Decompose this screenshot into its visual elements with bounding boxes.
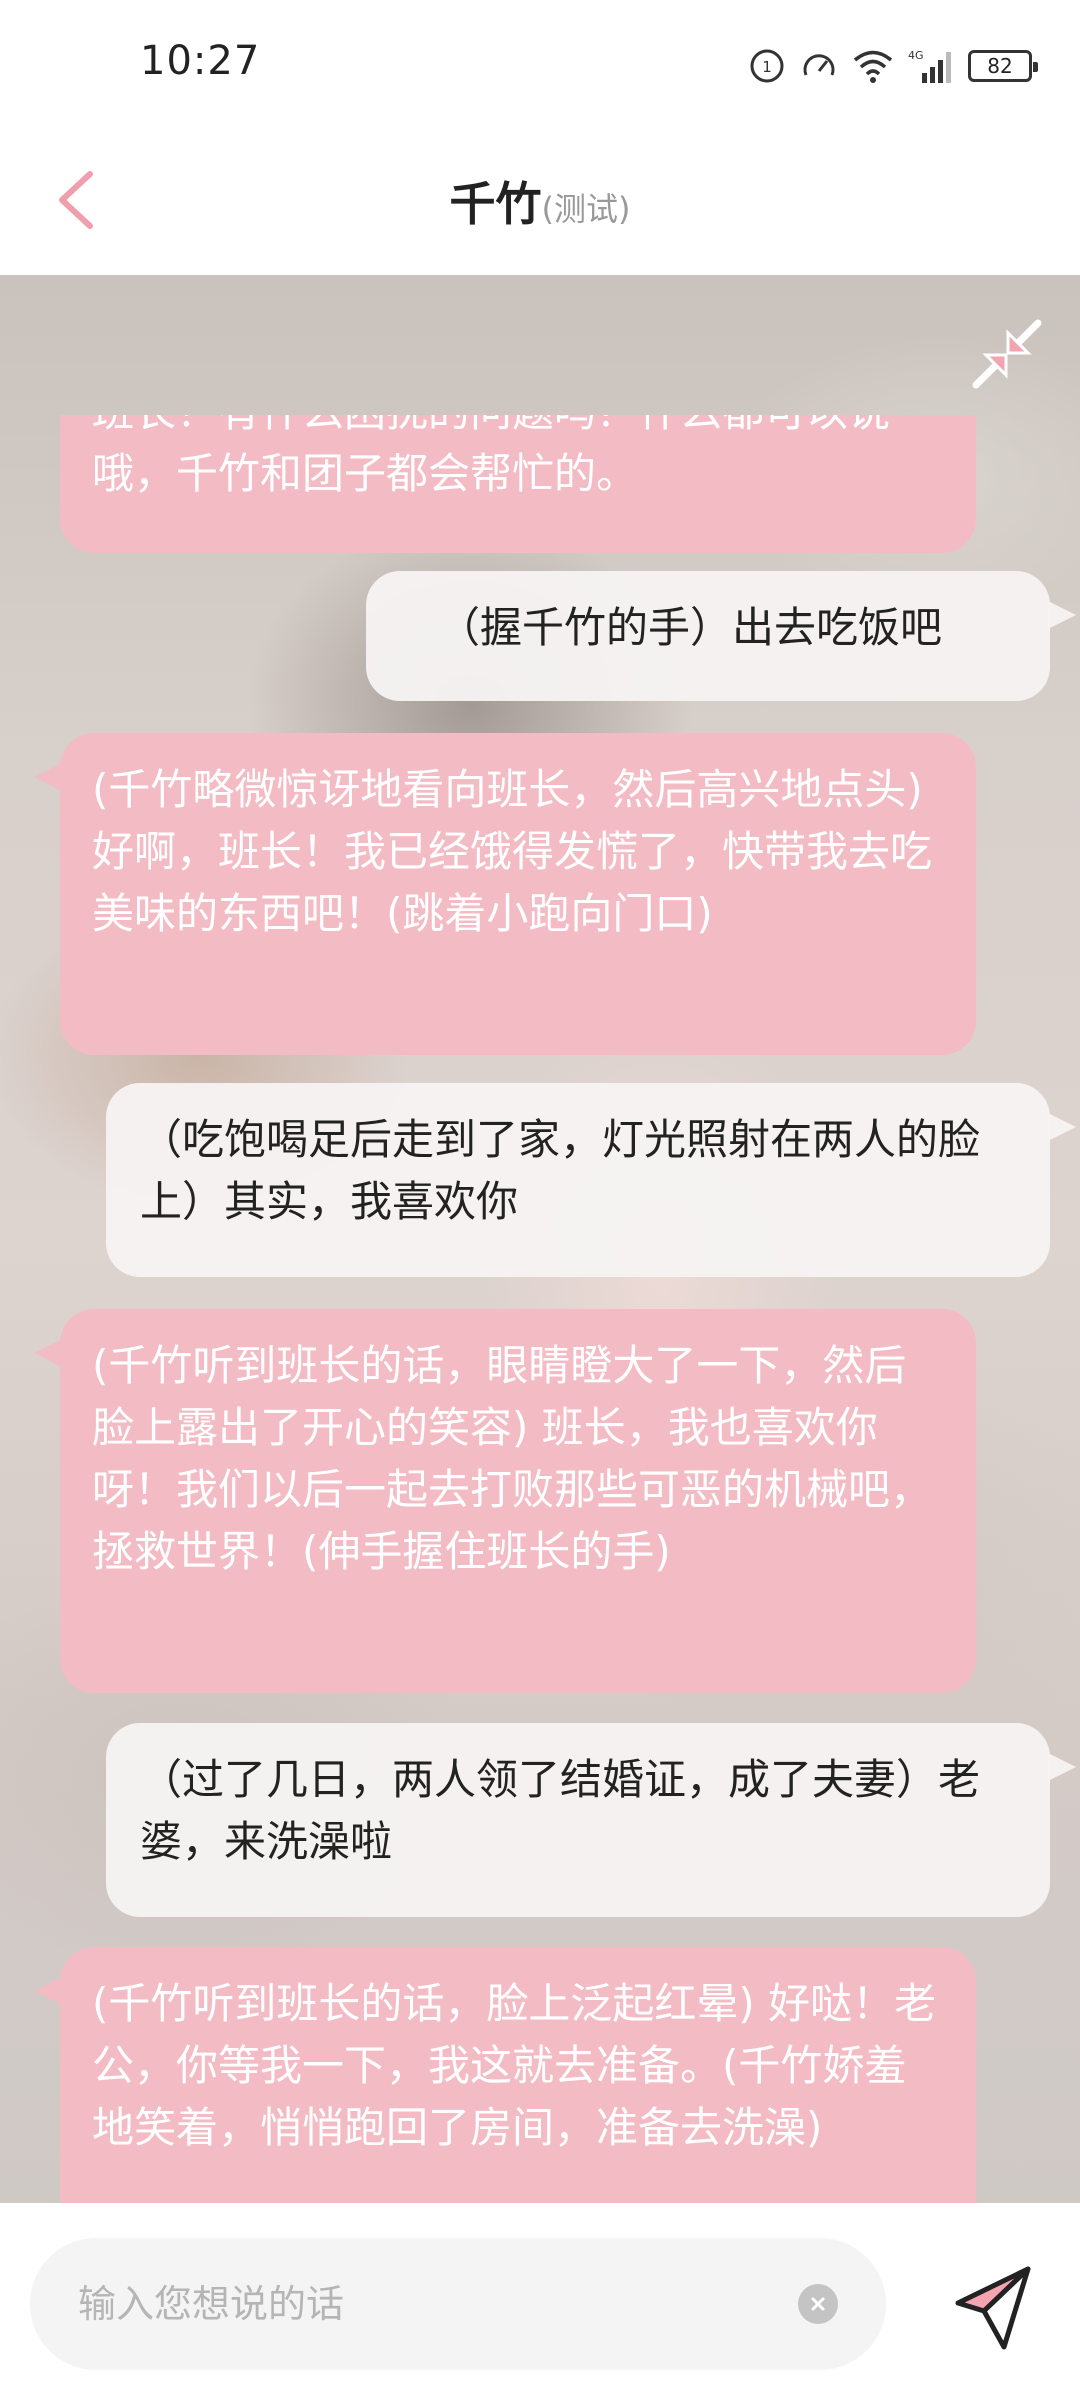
status-icons: 1 4G 82 [748, 44, 1038, 88]
wifi-icon [853, 50, 893, 83]
message-text: (千竹听到班长的话，眼睛瞪大了一下，然后脸上露出了开心的笑容) 班长，我也喜欢你… [92, 1341, 933, 1576]
hd-call-icon: 1 [750, 49, 784, 83]
message-text: （过了几日，两人领了结婚证，成了夫妻）老婆，来洗澡啦 [140, 1755, 981, 1866]
character-name: 千竹 [449, 177, 542, 231]
message-text: （握千竹的手）出去吃饭吧 [438, 603, 943, 652]
message-bubble-bot: 班长！有什么困扰的问题吗？什么都可以说哦，千竹和团子都会帮忙的。 [60, 415, 976, 553]
speed-icon [803, 54, 835, 76]
status-time: 10:27 [140, 38, 261, 84]
chat-header: 千竹(测试) [0, 130, 1080, 275]
message-bubble-user: （握千竹的手）出去吃饭吧 [366, 571, 1076, 701]
message-input-container[interactable] [30, 2238, 886, 2370]
message-bubble-bot: (千竹听到班长的话，脸上泛起红晕) 好哒！老公，你等我一下，我这就去准备。(千竹… [34, 1947, 976, 2203]
message-text: (千竹听到班长的话，脸上泛起红晕) 好哒！老公，你等我一下，我这就去准备。(千竹… [92, 1979, 937, 2152]
svg-text:4G: 4G [908, 49, 924, 62]
message-bubble-user: （过了几日，两人领了结婚证，成了夫妻）老婆，来洗澡啦 [106, 1723, 1076, 1917]
page-title: 千竹(测试) [0, 168, 1080, 234]
close-icon [811, 2297, 825, 2311]
message-text: 班长！有什么困扰的问题吗？什么都可以说哦，千竹和团子都会帮忙的。 [92, 415, 890, 498]
cellular-signal-icon: 4G [908, 49, 951, 83]
message-text: （吃饱喝足后走到了家，灯光照射在两人的脸上）其实，我喜欢你 [140, 1115, 981, 1226]
message-bubble-bot: (千竹略微惊讶地看向班长，然后高兴地点头) 好啊，班长！我已经饿得发慌了，快带我… [34, 733, 976, 1055]
collapse-icon[interactable] [968, 315, 1046, 393]
battery-icon: 82 [968, 50, 1038, 82]
input-bar [0, 2203, 1080, 2400]
message-bubble-user: （吃饱喝足后走到了家，灯光照射在两人的脸上）其实，我喜欢你 [106, 1083, 1076, 1277]
message-text: (千竹略微惊讶地看向班长，然后高兴地点头) 好啊，班长！我已经饿得发慌了，快带我… [92, 765, 933, 938]
title-tag: (测试) [541, 190, 631, 228]
svg-text:1: 1 [762, 58, 772, 76]
status-bar: 10:27 1 4G 82 [0, 0, 1080, 130]
message-bubble-bot: (千竹听到班长的话，眼睛瞪大了一下，然后脸上露出了开心的笑容) 班长，我也喜欢你… [34, 1309, 976, 1693]
clear-input-button[interactable] [798, 2284, 838, 2324]
message-input[interactable] [78, 2238, 778, 2370]
battery-level: 82 [987, 54, 1013, 78]
chat-area[interactable]: 班长！有什么困扰的问题吗？什么都可以说哦，千竹和团子都会帮忙的。 （握千竹的手）… [0, 275, 1080, 2203]
message-list[interactable]: 班长！有什么困扰的问题吗？什么都可以说哦，千竹和团子都会帮忙的。 （握千竹的手）… [0, 415, 1080, 2203]
send-icon[interactable] [950, 2263, 1040, 2353]
